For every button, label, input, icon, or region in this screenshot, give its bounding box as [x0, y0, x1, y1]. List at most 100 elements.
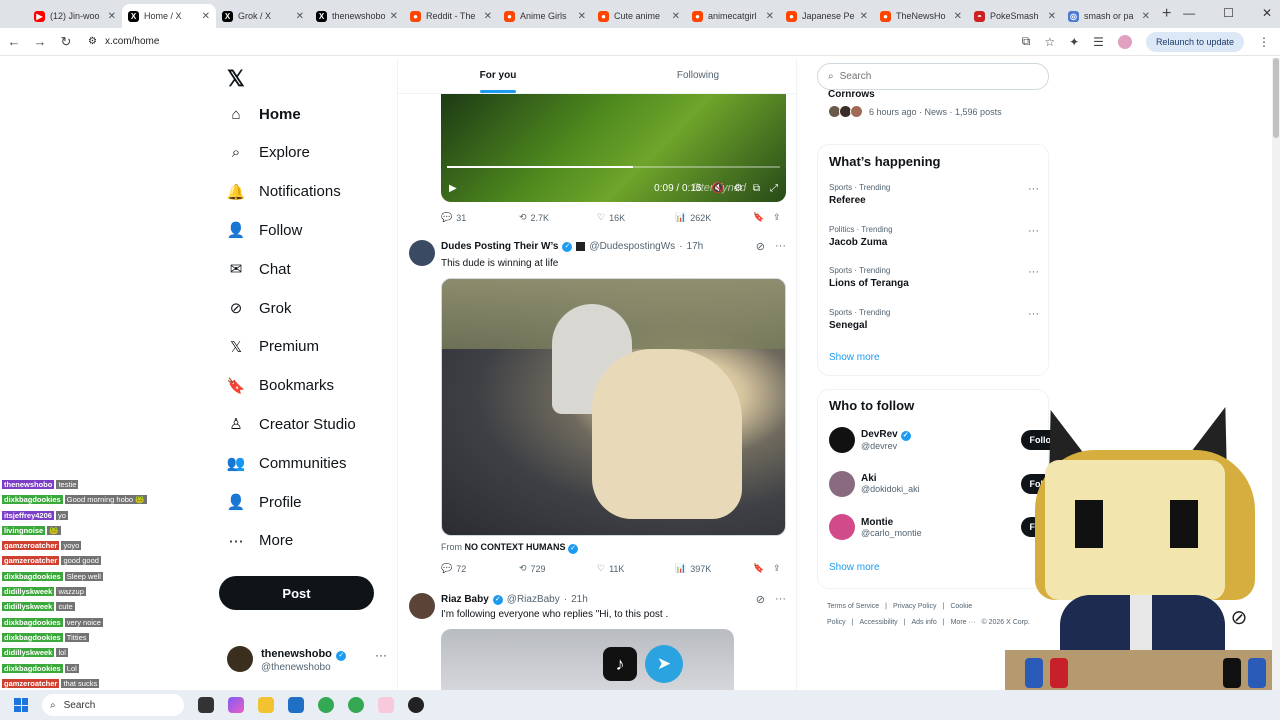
video-progress-bar[interactable]: [447, 166, 780, 168]
media-credit[interactable]: From NO CONTEXT HUMANS ✓: [441, 542, 579, 554]
close-tab-icon[interactable]: ✕: [484, 11, 492, 22]
maximize-icon[interactable]: ☐: [1223, 6, 1234, 20]
more-icon[interactable]: ···: [1028, 225, 1039, 237]
views-button[interactable]: 📊 397K: [675, 563, 753, 574]
more-icon[interactable]: ···: [775, 240, 786, 253]
tweet-author-handle[interactable]: @DudespostingWs: [589, 241, 675, 252]
settings-icon[interactable]: ⚙: [734, 183, 743, 194]
task-view-icon[interactable]: [198, 697, 214, 713]
windows-start-icon[interactable]: [14, 698, 28, 712]
taskbar-search[interactable]: ⌕ Search: [42, 694, 184, 716]
grok-icon[interactable]: ⊘: [1226, 605, 1252, 631]
reply-button[interactable]: 💬 72: [441, 563, 519, 574]
show-more-link[interactable]: Show more: [829, 352, 880, 363]
nav-item-notifications[interactable]: 🔔 Notifications: [227, 183, 341, 201]
footer-link[interactable]: Ads info: [911, 619, 936, 626]
avatar[interactable]: [409, 593, 435, 619]
close-tab-icon[interactable]: ✕: [1048, 11, 1056, 22]
file-explorer-icon[interactable]: [258, 697, 274, 713]
tab-following[interactable]: Following: [598, 58, 796, 93]
share-icon[interactable]: ⇪: [773, 563, 781, 574]
footer-link[interactable]: More ···: [951, 619, 976, 626]
bookmark-icon[interactable]: 🔖: [753, 563, 773, 574]
back-icon[interactable]: ←: [2, 34, 26, 49]
close-tab-icon[interactable]: ✕: [1142, 11, 1150, 22]
close-tab-icon[interactable]: ✕: [296, 11, 304, 22]
more-icon[interactable]: ···: [375, 648, 387, 662]
browser-tab[interactable]: ● animecatgirl ✕: [686, 4, 780, 28]
reading-list-icon[interactable]: ☰: [1093, 35, 1104, 49]
nav-item-chat[interactable]: ✉ Chat: [227, 260, 291, 279]
x-logo-icon[interactable]: 𝕏: [227, 66, 245, 92]
like-button[interactable]: ♡ 16K: [597, 212, 675, 223]
account-switcher[interactable]: thenewshobo ✓ @thenewshobo ···: [227, 644, 387, 673]
browser-tab[interactable]: X Home / X ✕: [122, 4, 216, 28]
post-button[interactable]: Post: [219, 576, 374, 610]
video-player[interactable]: litteralyned ▶ 0:09 / 0:15 🔇 ⚙ ⧉ ⤢: [441, 94, 786, 202]
browser-tab[interactable]: ▶ (12) Jin-woo ✕: [28, 4, 122, 28]
pip-icon[interactable]: ⧉: [753, 183, 760, 194]
browser-tab[interactable]: ● Reddit - The ✕: [404, 4, 498, 28]
tweet-image[interactable]: ♪ ➤: [441, 629, 734, 690]
more-icon[interactable]: ···: [1028, 308, 1039, 320]
obs-icon[interactable]: [408, 697, 424, 713]
more-icon[interactable]: ···: [1028, 183, 1039, 195]
browser-tab[interactable]: ◓ PokeSmash ✕: [968, 4, 1062, 28]
browser-tab[interactable]: ● Japanese Pe ✕: [780, 4, 874, 28]
tweet-image[interactable]: [441, 278, 786, 536]
nav-item-bookmarks[interactable]: 🔖 Bookmarks: [227, 377, 334, 395]
tweet-time[interactable]: 17h: [687, 241, 704, 252]
footer-link[interactable]: Privacy Policy: [893, 603, 937, 610]
tweet-time[interactable]: 21h: [571, 594, 588, 605]
fullscreen-icon[interactable]: ⤢: [770, 183, 778, 194]
close-tab-icon[interactable]: ✕: [578, 11, 586, 22]
new-tab-button[interactable]: +: [1162, 5, 1171, 23]
nav-item-profile[interactable]: 👤 Profile: [227, 493, 302, 512]
forward-icon[interactable]: →: [28, 34, 52, 49]
extensions-icon[interactable]: ✦: [1069, 35, 1079, 49]
outlook-icon[interactable]: [288, 697, 304, 713]
star-icon[interactable]: ☆: [1044, 35, 1055, 49]
copilot-icon[interactable]: [228, 697, 244, 713]
menu-icon[interactable]: ⋮: [1258, 35, 1270, 49]
avatar[interactable]: [409, 240, 435, 266]
more-icon[interactable]: ···: [1028, 266, 1039, 278]
trend-item[interactable]: Sports · Trending Senegal ···: [829, 308, 1039, 331]
close-tab-icon[interactable]: ✕: [766, 11, 774, 22]
search-box[interactable]: ⌕: [817, 63, 1049, 90]
browser-tab[interactable]: Xthenewshobo ✕: [310, 4, 404, 28]
chrome-icon[interactable]: [318, 697, 334, 713]
tweet-author-name[interactable]: Dudes Posting Their W’s: [441, 241, 558, 252]
nav-item-creator-studio[interactable]: ♙ Creator Studio: [227, 415, 355, 434]
nav-item-premium[interactable]: 𝕏 Premium: [227, 338, 319, 356]
tab-for-you[interactable]: For you: [398, 58, 598, 93]
browser-tab[interactable]: X Grok / X ✕: [216, 4, 310, 28]
trend-item[interactable]: Sports · Trending Lions of Teranga ···: [829, 266, 1039, 289]
play-icon[interactable]: ▶: [449, 183, 457, 194]
profile-avatar[interactable]: [1117, 34, 1132, 49]
nav-item-grok[interactable]: ⊘ Grok: [227, 299, 292, 318]
minimize-icon[interactable]: —: [1183, 6, 1195, 20]
browser-tab[interactable]: ● TheNewsHo ✕: [874, 4, 968, 28]
app-icon[interactable]: [378, 697, 394, 713]
browser-tab[interactable]: ● Anime Girls ✕: [498, 4, 592, 28]
close-tab-icon[interactable]: ✕: [390, 11, 398, 22]
tweet-author-name[interactable]: Riaz Baby: [441, 594, 489, 605]
close-icon[interactable]: ✕: [1262, 6, 1272, 20]
avatar[interactable]: [829, 514, 855, 540]
repost-button[interactable]: ⟲ 729: [519, 563, 597, 574]
close-tab-icon[interactable]: ✕: [108, 11, 116, 22]
site-info-icon[interactable]: ⚙: [88, 36, 97, 47]
chrome-icon[interactable]: [348, 697, 364, 713]
url-field[interactable]: ⚙ x.com/home: [88, 36, 159, 47]
nav-item-more[interactable]: ⋯ More: [227, 532, 294, 550]
close-tab-icon[interactable]: ✕: [202, 11, 210, 22]
views-button[interactable]: 📊 262K: [675, 212, 753, 223]
close-tab-icon[interactable]: ✕: [954, 11, 962, 22]
nav-item-explore[interactable]: ⌕ Explore: [227, 144, 310, 162]
trend-item[interactable]: Sports · Trending Referee ···: [829, 183, 1039, 206]
install-icon[interactable]: ⧉: [1022, 34, 1031, 49]
close-tab-icon[interactable]: ✕: [672, 11, 680, 22]
trend-item[interactable]: Politics · Trending Jacob Zuma ···: [829, 225, 1039, 248]
reply-button[interactable]: 💬 31: [441, 212, 519, 223]
